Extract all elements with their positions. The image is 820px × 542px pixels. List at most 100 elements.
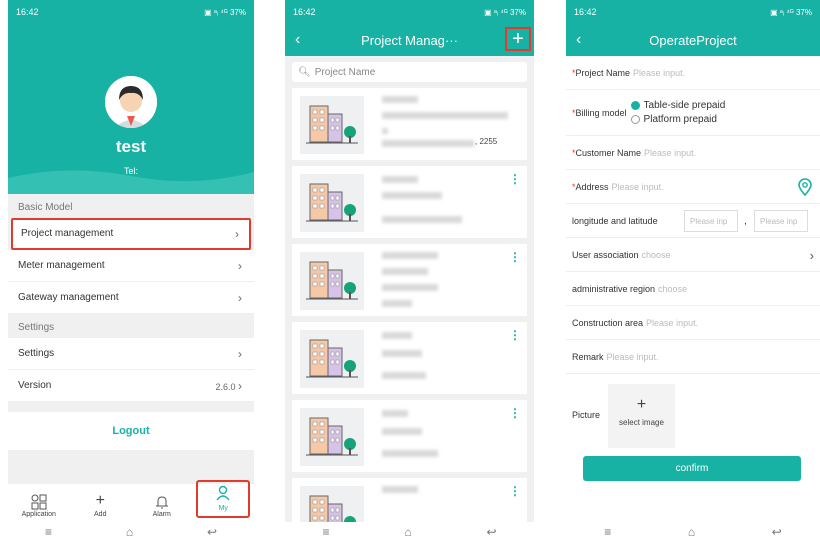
home-icon[interactable]: ⌂ bbox=[688, 525, 695, 539]
customer-name-placeholder: Please input. bbox=[644, 147, 697, 158]
lonlat-label: longitude and latitude bbox=[572, 215, 658, 226]
home-icon[interactable]: ⌂ bbox=[126, 525, 133, 539]
administrative-region-label: administrative region bbox=[572, 283, 656, 294]
chevron-right-icon: › bbox=[238, 378, 242, 393]
location-pin-icon[interactable] bbox=[798, 178, 812, 196]
header-wave bbox=[8, 170, 254, 194]
chevron-right-icon: › bbox=[238, 346, 242, 361]
address-placeholder: Please input. bbox=[611, 181, 664, 192]
settings-label: Settings bbox=[18, 348, 55, 359]
user-association-label: User association bbox=[572, 249, 639, 260]
gateway-management-label: Gateway management bbox=[18, 292, 119, 303]
radio-platform-prepaid[interactable]: Platform prepaid bbox=[630, 114, 726, 125]
version-item[interactable]: Version 2.6.0 › bbox=[8, 370, 254, 402]
billing-model-label: Billing model bbox=[575, 107, 627, 118]
add-project-button[interactable]: + bbox=[505, 27, 531, 51]
project-name-label: Project Name bbox=[575, 67, 631, 78]
remark-placeholder: Please input. bbox=[606, 351, 659, 362]
project-management-item[interactable]: Project management › bbox=[11, 218, 251, 250]
back-icon[interactable]: ‹ bbox=[295, 31, 300, 49]
project-card[interactable]: ⋮ bbox=[292, 400, 527, 472]
system-nav-bar: ≡ ⌂ ↩ bbox=[566, 522, 820, 542]
lonlat-separator: , bbox=[744, 216, 747, 227]
meter-management-item[interactable]: Meter management › bbox=[8, 250, 254, 282]
status-bar: 16:42 ▣ ᵃᵢ ⁴ᴳ 37% bbox=[285, 0, 534, 24]
status-time: 16:42 bbox=[574, 7, 597, 17]
page-title: OperateProject bbox=[649, 32, 737, 48]
picture-field: Picture + select image bbox=[566, 374, 820, 456]
project-card[interactable]: ⋮ bbox=[292, 166, 527, 238]
more-options-icon[interactable]: ⋮ bbox=[509, 172, 521, 186]
back-nav-icon[interactable]: ↩ bbox=[486, 525, 496, 539]
back-icon[interactable]: ‹ bbox=[576, 31, 581, 49]
more-options-icon[interactable]: ⋮ bbox=[509, 406, 521, 420]
status-bar: 16:42 ▣ ᵃᵢ ⁴ᴳ 37% bbox=[8, 0, 254, 24]
plus-icon: + bbox=[95, 492, 105, 509]
version-value: 2.6.0 bbox=[215, 381, 236, 392]
system-nav-bar: ≡ ⌂ ↩ bbox=[8, 522, 254, 542]
back-nav-icon[interactable]: ↩ bbox=[772, 525, 782, 539]
tab-my[interactable]: My bbox=[196, 480, 251, 518]
construction-area-placeholder: Please input. bbox=[646, 317, 699, 328]
menu-icon[interactable]: ≡ bbox=[45, 525, 52, 539]
building-icon bbox=[300, 96, 364, 154]
more-options-icon[interactable]: ⋮ bbox=[509, 484, 521, 498]
project-card[interactable]: , 2255 bbox=[292, 88, 527, 160]
select-image-button[interactable]: + select image bbox=[608, 384, 675, 448]
section-basic-model: Basic Model bbox=[8, 194, 254, 218]
tab-alarm[interactable]: Alarm bbox=[135, 491, 189, 518]
page-title: Project Manag··· bbox=[361, 32, 458, 48]
more-options-icon[interactable]: ⋮ bbox=[509, 328, 521, 342]
building-icon bbox=[300, 252, 364, 310]
administrative-region-field[interactable]: administrative region choose bbox=[566, 272, 820, 306]
logout-button[interactable]: Logout bbox=[8, 412, 254, 450]
menu-icon[interactable]: ≡ bbox=[322, 525, 329, 539]
search-icon: 🔍︎ bbox=[298, 66, 311, 78]
search-bar[interactable]: 🔍︎ Project Name bbox=[292, 62, 527, 82]
settings-item[interactable]: Settings › bbox=[8, 338, 254, 370]
confirm-button[interactable]: confirm bbox=[583, 456, 801, 481]
home-icon[interactable]: ⌂ bbox=[404, 525, 411, 539]
address-field[interactable]: * Address Please input. bbox=[566, 170, 820, 204]
user-association-placeholder: choose bbox=[641, 249, 671, 260]
longitude-input[interactable]: Please inp bbox=[684, 210, 738, 232]
menu-icon[interactable]: ≡ bbox=[604, 525, 611, 539]
my-screen: 16:42 ▣ ᵃᵢ ⁴ᴳ 37% test Tel: Basic Model … bbox=[8, 0, 254, 542]
section-settings: Settings bbox=[8, 314, 254, 338]
operate-project-screen: 16:42 ▣ ᵃᵢ ⁴ᴳ 37% ‹ OperateProject * Proj… bbox=[566, 0, 820, 542]
remark-field[interactable]: Remark Please input. bbox=[566, 340, 820, 374]
avatar[interactable] bbox=[105, 76, 157, 128]
app-bar: ‹ OperateProject bbox=[566, 24, 820, 56]
construction-area-field[interactable]: Construction area Please input. bbox=[566, 306, 820, 340]
chevron-right-icon: › bbox=[238, 258, 242, 273]
back-nav-icon[interactable]: ↩ bbox=[207, 525, 217, 539]
building-icon bbox=[300, 174, 364, 232]
tab-application[interactable]: Application bbox=[12, 491, 66, 518]
latitude-input[interactable]: Please inp bbox=[754, 210, 808, 232]
project-list-screen: 16:42 ▣ ᵃᵢ ⁴ᴳ 37% ‹ Project Manag··· + 🔍… bbox=[285, 0, 534, 542]
tab-application-label: Application bbox=[21, 511, 56, 518]
tab-add[interactable]: + Add bbox=[73, 491, 127, 518]
project-card[interactable]: ⋮ bbox=[292, 244, 527, 316]
project-name-placeholder: Please input. bbox=[633, 67, 686, 78]
billing-model-field: * Billing model Table-side prepaid Platfo… bbox=[566, 90, 820, 136]
radio-checked-icon bbox=[630, 101, 640, 110]
status-indicators: ▣ ᵃᵢ ⁴ᴳ 37% bbox=[770, 7, 812, 17]
radio-unchecked-icon bbox=[630, 115, 640, 124]
grid-icon bbox=[12, 491, 66, 511]
status-time: 16:42 bbox=[293, 7, 316, 17]
chevron-right-icon: › bbox=[809, 248, 814, 263]
gateway-management-item[interactable]: Gateway management › bbox=[8, 282, 254, 314]
user-association-field[interactable]: User association choose › bbox=[566, 238, 820, 272]
radio-table-side-prepaid[interactable]: Table-side prepaid bbox=[630, 100, 725, 111]
project-card[interactable]: ⋮ bbox=[292, 322, 527, 394]
project-name-field[interactable]: * Project Name Please input. bbox=[566, 56, 820, 90]
select-image-label: select image bbox=[619, 418, 664, 427]
version-label: Version bbox=[18, 380, 52, 391]
tab-my-label: My bbox=[218, 505, 228, 512]
more-options-icon[interactable]: ⋮ bbox=[509, 250, 521, 264]
customer-name-field[interactable]: * Customer Name Please input. bbox=[566, 136, 820, 170]
app-bar: ‹ Project Manag··· + bbox=[285, 24, 534, 56]
profile-header: test Tel: bbox=[8, 24, 254, 194]
bottom-tab-bar: Application + Add Alarm My bbox=[8, 480, 254, 522]
